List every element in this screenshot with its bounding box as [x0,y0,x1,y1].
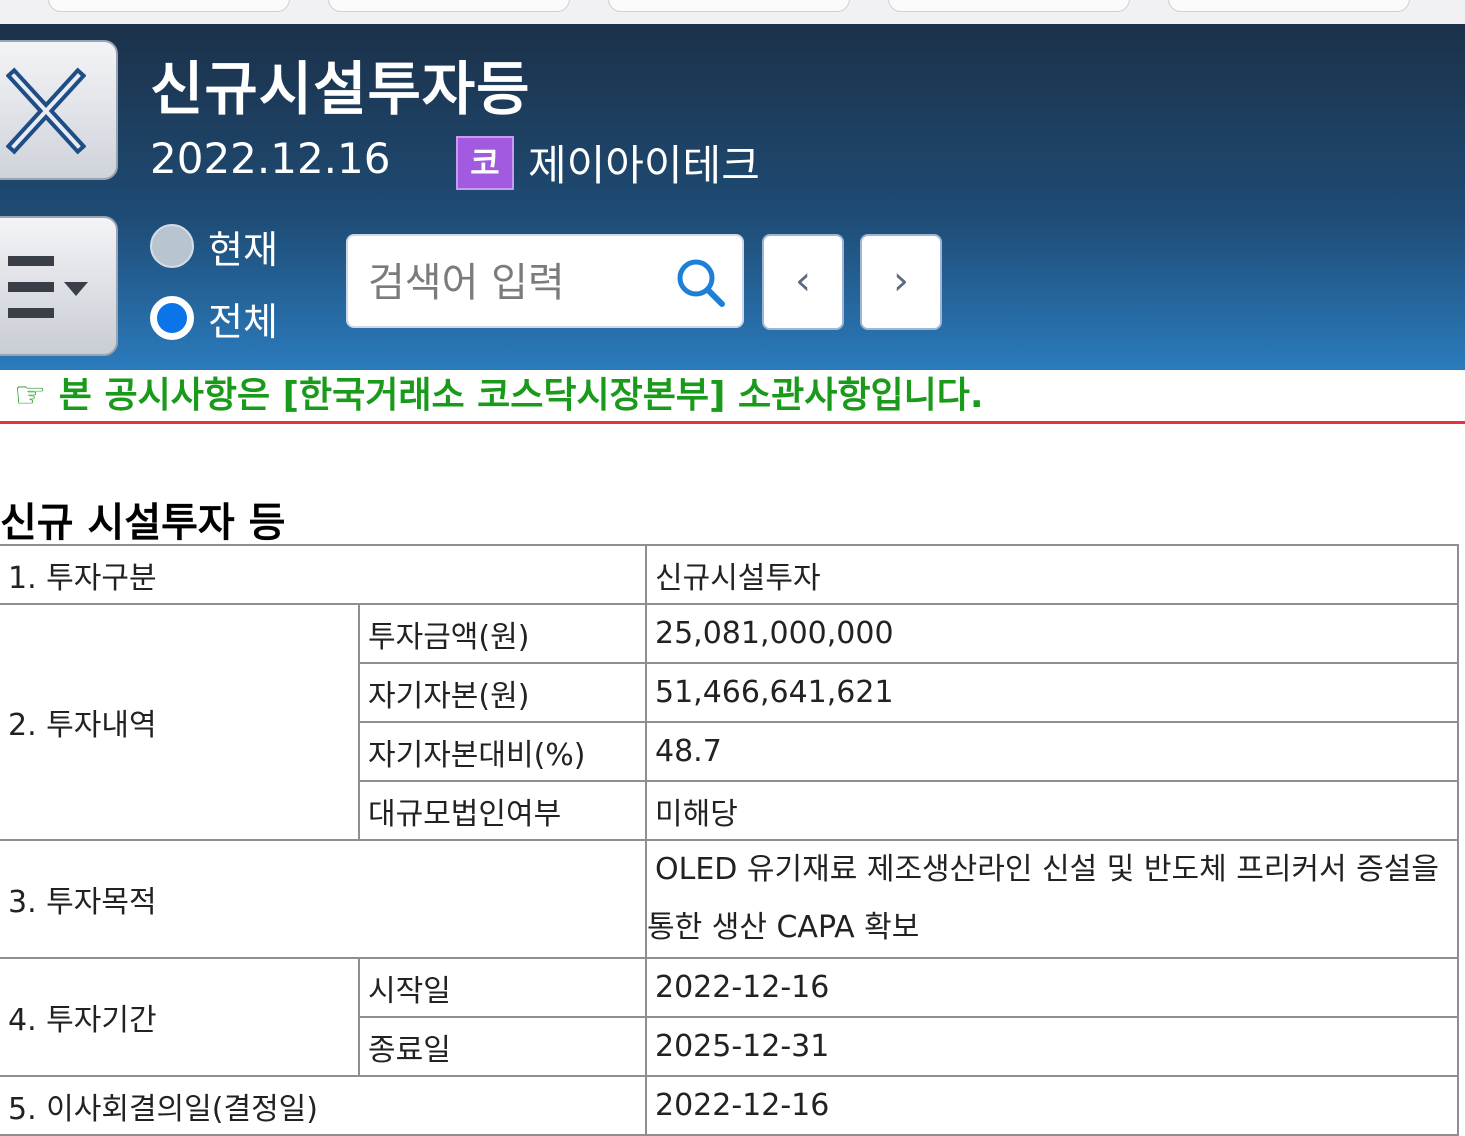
search-box[interactable] [346,234,744,328]
list-dropdown-icon [8,256,88,318]
row-value: 48.7 [645,721,1459,782]
row-label: 4. 투자기간 [0,957,360,1077]
browser-tab[interactable] [608,0,850,12]
browser-tab-strip [0,0,1465,25]
company-name[interactable]: 제이아이테크 [528,132,760,193]
disclosure-table: 1. 투자구분 신규시설투자 2. 투자내역 투자금액(원) 25,081,00… [0,544,1459,1136]
row-label: 5. 이사회결의일(결정일) [0,1075,647,1136]
table-row: 4. 투자기간 시작일 2022-12-16 [0,957,1459,1077]
sub-label: 자기자본(원) [358,662,647,723]
radio-current[interactable] [150,224,194,268]
sub-label: 종료일 [358,1016,647,1077]
sub-label: 시작일 [358,957,647,1018]
next-result-button[interactable]: › [860,234,942,330]
row-value: 2022-12-16 [645,957,1459,1018]
market-badge: 코 [456,136,514,190]
row-value: 신규시설투자 [645,544,1459,605]
section-title: 신규 시설투자 등 [0,500,286,546]
sub-label: 투자금액(원) [358,603,647,664]
purpose-text: OLED 유기재료 제조생산라인 신설 및 반도체 프리커서 증설을 통한 생산… [647,852,1439,945]
row-value: 2025-12-31 [645,1016,1459,1077]
row-value: 미해당 [645,780,1459,841]
radio-all[interactable] [150,296,194,340]
sub-label: 자기자본대비(%) [358,721,647,782]
table-row: 3. 투자목적 OLED 유기재료 제조생산라인 신설 및 반도체 프리커서 증… [0,839,1459,959]
row-value: 51,466,641,621 [645,662,1459,723]
jurisdiction-notice: ☞ 본 공시사항은 [한국거래소 코스닥시장본부] 소관사항입니다. [0,370,1465,424]
row-label: 1. 투자구분 [0,544,647,605]
radio-current-label: 현재 [208,227,278,272]
sub-label: 대규모법인여부 [358,780,647,841]
search-icon[interactable] [674,256,728,310]
table-row: 5. 이사회결의일(결정일) 2022-12-16 [0,1075,1459,1136]
browser-tab[interactable] [48,0,290,12]
row-value: 25,081,000,000 [645,603,1459,664]
close-button[interactable] [0,40,118,180]
document-menu-button[interactable] [0,216,118,356]
close-icon [6,67,86,155]
browser-tab[interactable] [328,0,570,12]
search-input[interactable] [366,254,660,312]
browser-tab[interactable] [888,0,1130,12]
radio-all-label: 전체 [208,299,278,344]
disclosure-header: 신규시설투자등 2022.12.16 코 제이아이테크 현재 전체 ‹ › [0,24,1465,370]
row-value: OLED 유기재료 제조생산라인 신설 및 반도체 프리커서 증설을 통한 생산… [645,839,1459,959]
table-row: 1. 투자구분 신규시설투자 [0,544,1459,605]
scope-current-option[interactable]: 현재 [150,218,278,274]
prev-result-button[interactable]: ‹ [762,234,844,330]
scope-all-option[interactable]: 전체 [150,290,278,346]
table-row: 2. 투자내역 투자금액(원) 25,081,000,000 [0,603,1459,841]
page-title: 신규시설투자등 [150,55,531,123]
row-label: 3. 투자목적 [0,839,647,959]
row-label: 2. 투자내역 [0,603,360,841]
row-value: 2022-12-16 [645,1075,1459,1136]
disclosure-date: 2022.12.16 [150,134,391,183]
browser-tab[interactable] [1168,0,1410,12]
